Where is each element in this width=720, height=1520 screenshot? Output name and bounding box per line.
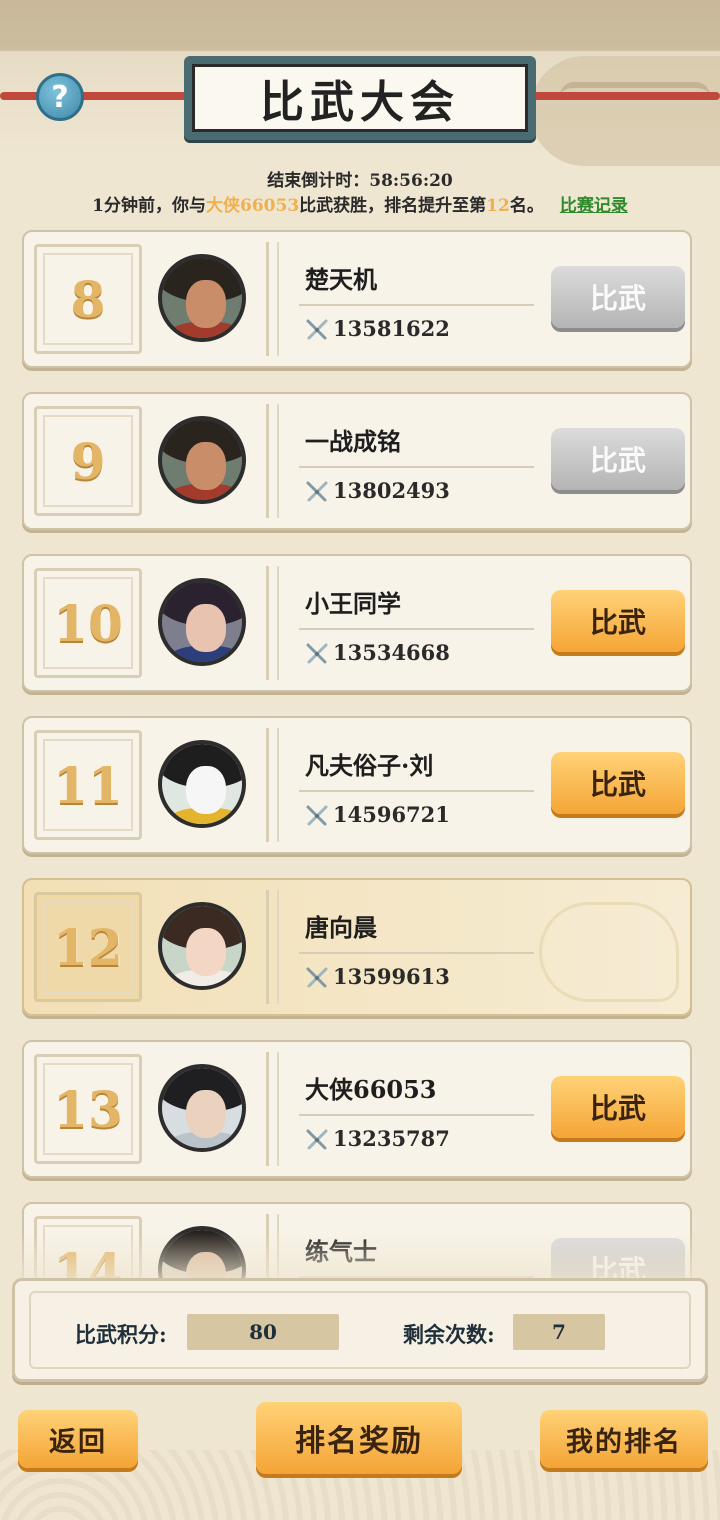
info-divider: [299, 628, 534, 630]
player-info: 楚天机 13581622 比武: [266, 242, 685, 356]
avatar-face: [186, 280, 226, 328]
player-name: 小王同学: [305, 589, 401, 618]
combat-power: 13599613: [333, 964, 450, 989]
challenge-button[interactable]: 比武: [551, 428, 685, 490]
info-divider: [299, 952, 534, 954]
rank-number: 9: [70, 431, 106, 491]
player-name: 一战成铭: [305, 427, 401, 456]
notice-rank: 12: [486, 196, 510, 216]
title-plate: 比武大会: [184, 56, 536, 140]
avatar-face: [186, 442, 226, 490]
cloud-decoration: [530, 56, 720, 166]
ranking-list[interactable]: 8 楚天机 13581622 比武 9 一战成铭 13802493 比武 10 小王同学 13534…: [0, 222, 720, 1280]
rank-number: 11: [53, 755, 123, 815]
rank-badge: 12: [34, 892, 142, 1002]
info-divider: [299, 466, 534, 468]
crossed-swords-icon: [306, 967, 328, 988]
rank-badge: 8: [34, 244, 142, 354]
question-icon: ?: [51, 79, 69, 115]
avatar-face: [186, 1090, 226, 1138]
back-button[interactable]: 返回: [18, 1410, 138, 1468]
player-name: 凡夫俗子·刘: [305, 751, 434, 780]
ranking-rewards-button[interactable]: 排名奖励: [256, 1402, 462, 1474]
challenge-button[interactable]: 比武: [551, 590, 685, 652]
my-ranking-button[interactable]: 我的排名: [540, 1410, 708, 1468]
countdown-label: 结束倒计时：: [267, 171, 370, 191]
player-info: 一战成铭 13802493 比武: [266, 404, 685, 518]
player-name: 楚天机: [305, 265, 377, 294]
player-info: 小王同学 13534668 比武: [266, 566, 685, 680]
countdown-value: 58:56:20: [369, 171, 453, 191]
ranking-row: 13 大侠66053 13235787 比武: [22, 1040, 692, 1178]
combat-power: 13581622: [333, 316, 450, 341]
combat-power: 13534668: [333, 640, 450, 665]
rank-number: 13: [53, 1079, 123, 1139]
info-divider: [299, 304, 534, 306]
player-avatar[interactable]: [158, 416, 246, 504]
player-avatar[interactable]: [158, 902, 246, 990]
rank-number: 10: [53, 593, 123, 653]
points-label: 比武积分:: [75, 1322, 167, 1347]
page-title: 比武大会: [192, 64, 528, 132]
rank-badge: 13: [34, 1054, 142, 1164]
battle-notice: 1分钟前，你与大侠66053比武获胜，排名提升至第12名。 比赛记录: [0, 191, 720, 216]
challenge-button[interactable]: 比武: [551, 266, 685, 328]
player-name: 唐向晨: [305, 913, 377, 942]
player-avatar[interactable]: [158, 1064, 246, 1152]
notice-suffix: 名。: [509, 196, 544, 216]
rank-number: 12: [53, 917, 123, 977]
rank-number: 8: [70, 269, 106, 329]
challenge-button[interactable]: 比武: [551, 752, 685, 814]
notice-opponent: 大侠66053: [206, 196, 300, 216]
crossed-swords-icon: [306, 1129, 328, 1150]
player-avatar[interactable]: [158, 578, 246, 666]
ranking-row: 10 小王同学 13534668 比武: [22, 554, 692, 692]
crossed-swords-icon: [306, 643, 328, 664]
crossed-swords-icon: [306, 805, 328, 826]
player-info: 唐向晨 13599613: [266, 890, 682, 1004]
combat-power: 14596721: [333, 802, 450, 827]
combat-power: 13235787: [333, 1126, 450, 1151]
avatar-face: [186, 604, 226, 652]
points-value: 80: [187, 1314, 339, 1350]
match-record-link[interactable]: 比赛记录: [560, 196, 628, 216]
player-info: 凡夫俗子·刘 14596721 比武: [266, 728, 685, 842]
ranking-row: 12 唐向晨 13599613: [22, 878, 692, 1016]
rank-badge: 11: [34, 730, 142, 840]
avatar-face: [186, 928, 226, 976]
rank-badge: 9: [34, 406, 142, 516]
player-avatar[interactable]: [158, 740, 246, 828]
ranking-row: 8 楚天机 13581622 比武: [22, 230, 692, 368]
cloud-pattern-decoration: [539, 902, 679, 1002]
combat-power: 13802493: [333, 478, 450, 503]
info-divider: [299, 790, 534, 792]
red-rope-right: [515, 92, 720, 100]
remaining-value: 7: [513, 1314, 605, 1350]
remaining-label: 剩余次数:: [403, 1322, 495, 1347]
countdown: 结束倒计时：58:56:20: [0, 166, 720, 191]
ranking-row: 9 一战成铭 13802493 比武: [22, 392, 692, 530]
rank-badge: 10: [34, 568, 142, 678]
player-name: 大侠66053: [305, 1075, 437, 1104]
stats-panel: 比武积分: 80 剩余次数: 7: [12, 1278, 708, 1382]
notice-middle: 比武获胜，排名提升至第: [299, 196, 487, 216]
crossed-swords-icon: [306, 481, 328, 502]
player-info: 大侠66053 13235787 比武: [266, 1052, 685, 1166]
red-rope-left: [0, 92, 205, 100]
avatar-face: [186, 766, 226, 814]
crossed-swords-icon: [306, 319, 328, 340]
challenge-button[interactable]: 比武: [551, 1076, 685, 1138]
notice-prefix: 1分钟前，你与: [92, 196, 206, 216]
info-divider: [299, 1114, 534, 1116]
ranking-row: 11 凡夫俗子·刘 14596721 比武: [22, 716, 692, 854]
help-button[interactable]: ?: [36, 73, 84, 121]
player-avatar[interactable]: [158, 254, 246, 342]
